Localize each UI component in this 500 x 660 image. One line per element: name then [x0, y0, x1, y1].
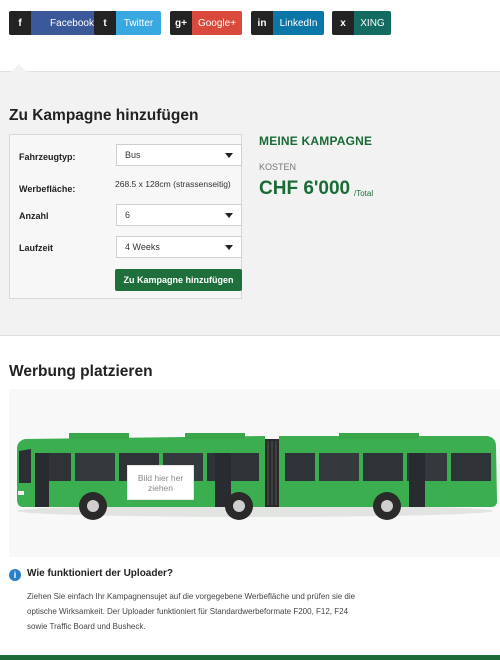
- laufzeit-value: 4 Weeks: [125, 242, 160, 252]
- fahrzeugtyp-value: Bus: [125, 150, 141, 160]
- footer-bar: [0, 655, 500, 660]
- twitter-label: Twitter: [116, 11, 161, 35]
- googleplus-share-button[interactable]: g+ Google+: [170, 11, 242, 35]
- werbeflaeche-value: 268.5 x 128cm (strassenseitig): [115, 179, 231, 189]
- googleplus-icon: g+: [170, 11, 192, 35]
- twitter-share-button[interactable]: t Twitter: [94, 11, 161, 35]
- chevron-down-icon: [225, 213, 233, 218]
- laufzeit-label: Laufzeit: [19, 243, 54, 253]
- image-drop-zone[interactable]: Bild hier her ziehen: [127, 465, 194, 500]
- chevron-down-icon: [225, 153, 233, 158]
- anzahl-value: 6: [125, 210, 131, 220]
- googleplus-label: Google+: [192, 11, 242, 35]
- campaign-heading: Zu Kampagne hinzufügen: [9, 107, 199, 124]
- total-price: CHF 6'000: [259, 178, 351, 199]
- xing-label: XING: [354, 11, 391, 35]
- fahrzeugtyp-select[interactable]: Bus: [116, 144, 242, 166]
- add-to-campaign-button[interactable]: Zu Kampagne hinzufügen: [115, 269, 242, 291]
- campaign-section: Zu Kampagne hinzufügen Fahrzeugtyp: Bus …: [0, 72, 500, 336]
- campaign-form: Fahrzeugtyp: Bus Werbefläche: 268.5 x 12…: [9, 134, 242, 299]
- facebook-icon: f: [9, 11, 31, 35]
- kosten-label: KOSTEN: [259, 162, 297, 172]
- chevron-down-icon: [225, 245, 233, 250]
- articulated-bus-illustration: [17, 433, 497, 520]
- my-campaign-title: MEINE KAMPAGNE: [259, 134, 373, 148]
- laufzeit-select[interactable]: 4 Weeks: [116, 236, 242, 258]
- uploader-info-heading: Wie funktioniert der Uploader?: [27, 568, 174, 579]
- anzahl-label: Anzahl: [19, 211, 49, 221]
- linkedin-share-button[interactable]: in LinkedIn: [251, 11, 324, 35]
- price-suffix: /Total: [354, 189, 374, 198]
- twitter-icon: t: [94, 11, 116, 35]
- bus-preview-stage: Bild hier her ziehen: [9, 389, 500, 557]
- social-share-bar: f Facebook t Twitter g+ Google+ in Linke…: [0, 0, 500, 73]
- anzahl-select[interactable]: 6: [116, 204, 242, 226]
- info-icon: i: [9, 569, 21, 581]
- linkedin-icon: in: [251, 11, 273, 35]
- uploader-info-text: Ziehen Sie einfach Ihr Kampagnensujet au…: [27, 592, 356, 631]
- xing-share-button[interactable]: x XING: [332, 11, 391, 35]
- xing-icon: x: [332, 11, 354, 35]
- werbeflaeche-label: Werbefläche:: [19, 184, 76, 194]
- placement-heading: Werbung platzieren: [9, 363, 153, 380]
- linkedin-label: LinkedIn: [273, 11, 324, 35]
- fahrzeugtyp-label: Fahrzeugtyp:: [19, 152, 76, 162]
- placement-section: Werbung platzieren Bild hier her ziehen …: [0, 337, 500, 660]
